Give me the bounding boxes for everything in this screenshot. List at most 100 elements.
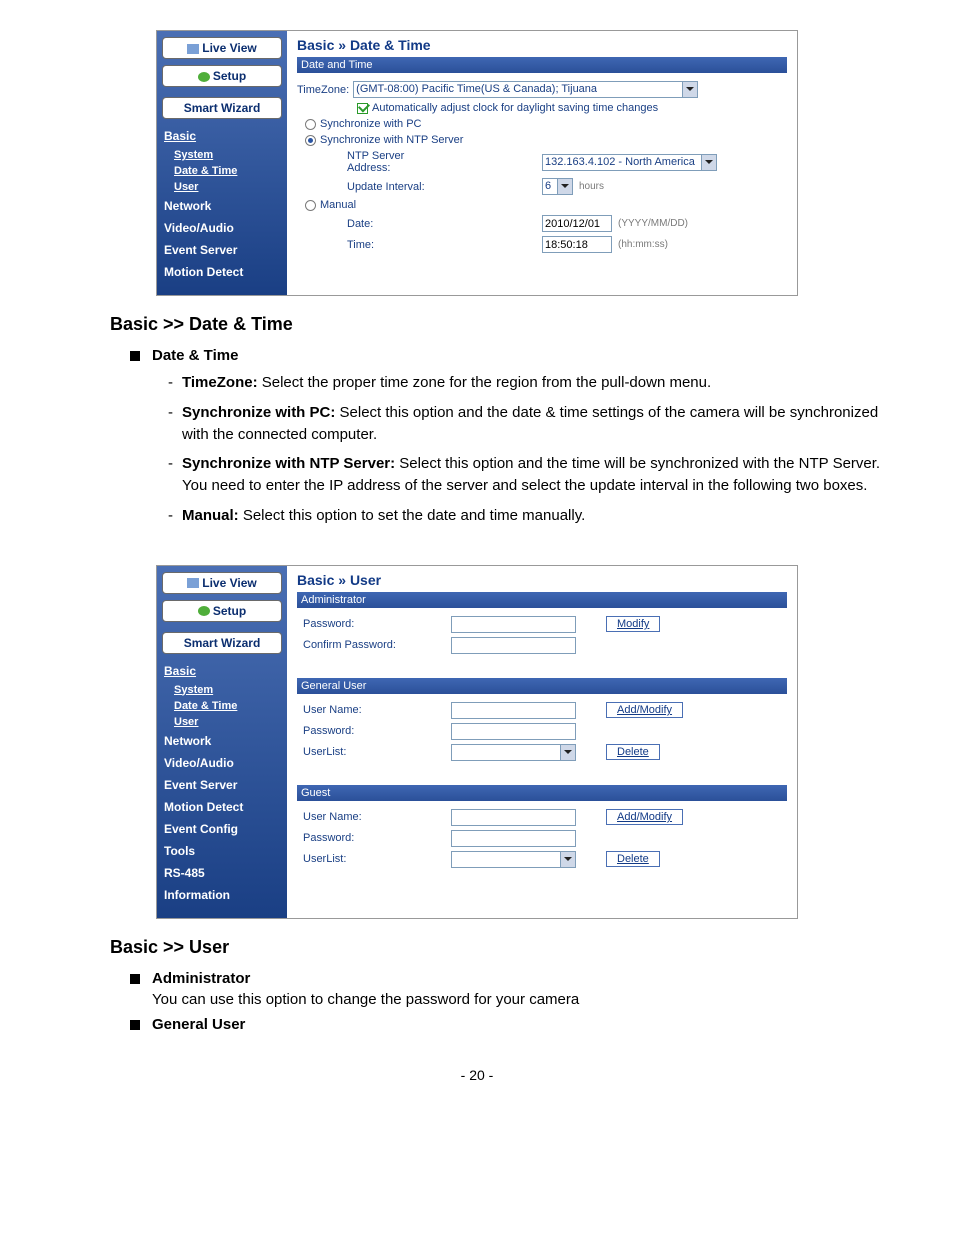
update-interval-select[interactable]: 6 (542, 178, 558, 195)
doc-item: Date & Time TimeZone: Select the proper … (130, 343, 904, 535)
userlist-label: UserList: (297, 853, 451, 865)
nav-system[interactable]: System (162, 682, 282, 698)
nav-video-audio[interactable]: Video/Audio (162, 217, 282, 239)
gear-icon (198, 72, 210, 82)
doc-item: Administrator You can use this option to… (130, 966, 904, 1012)
dropdown-arrow-icon[interactable] (561, 851, 576, 868)
time-hint: (hh:mm:ss) (618, 239, 668, 250)
date-hint: (YYYY/MM/DD) (618, 218, 688, 229)
doc-list: Administrator You can use this option to… (130, 966, 904, 1037)
update-interval-label: Update Interval: (297, 181, 447, 193)
nav-network[interactable]: Network (162, 730, 282, 752)
nav-rs485[interactable]: RS-485 (162, 862, 282, 884)
nav-network[interactable]: Network (162, 195, 282, 217)
sidebar: Live View Setup Smart Wizard Basic Syste… (157, 31, 287, 295)
nav-event-config[interactable]: Event Config (162, 818, 282, 840)
section-admin: Administrator (297, 592, 787, 608)
nav-user[interactable]: User (162, 179, 282, 195)
timezone-label: TimeZone: (297, 84, 353, 96)
setup-button[interactable]: Setup (162, 600, 282, 622)
gear-icon (198, 606, 210, 616)
nav-tools[interactable]: Tools (162, 840, 282, 862)
password-label: Password: (297, 832, 451, 844)
sync-ntp-label: Synchronize with NTP Server (320, 134, 463, 146)
doc-heading-datetime: Basic >> Date & Time (110, 314, 904, 335)
live-view-button[interactable]: Live View (162, 37, 282, 59)
live-view-button[interactable]: Live View (162, 572, 282, 594)
manual-label: Manual (320, 199, 356, 211)
userlist-label: UserList: (297, 746, 451, 758)
setup-button[interactable]: Setup (162, 65, 282, 87)
general-password-input[interactable] (451, 723, 576, 740)
nav-system[interactable]: System (162, 147, 282, 163)
date-label: Date: (297, 218, 447, 230)
nav-basic[interactable]: Basic (162, 125, 282, 147)
modify-button[interactable]: Modify (606, 616, 660, 632)
nav-event-server[interactable]: Event Server (162, 774, 282, 796)
dropdown-arrow-icon[interactable] (702, 154, 717, 171)
sync-pc-label: Synchronize with PC (320, 118, 422, 130)
nav-motion-detect[interactable]: Motion Detect (162, 796, 282, 818)
manual-radio[interactable] (305, 200, 316, 211)
section-general: General User (297, 678, 787, 694)
dropdown-arrow-icon[interactable] (561, 744, 576, 761)
guest-password-input[interactable] (451, 830, 576, 847)
nav-datetime[interactable]: Date & Time (162, 698, 282, 714)
breadcrumb: Basic » User (297, 572, 787, 588)
doc-item: General User (130, 1012, 904, 1037)
doc-heading-user: Basic >> User (110, 937, 904, 958)
admin-confirm-password-input[interactable] (451, 637, 576, 654)
update-unit: hours (579, 181, 604, 192)
nav-video-audio[interactable]: Video/Audio (162, 752, 282, 774)
nav-motion-detect[interactable]: Motion Detect (162, 261, 282, 283)
sync-ntp-radio[interactable] (305, 135, 316, 146)
add-modify-button[interactable]: Add/Modify (606, 702, 683, 718)
dst-checkbox[interactable] (357, 103, 368, 114)
delete-button[interactable]: Delete (606, 851, 660, 867)
doc-subitem: TimeZone: Select the proper time zone fo… (168, 368, 904, 398)
delete-button[interactable]: Delete (606, 744, 660, 760)
screenshot-user: Live View Setup Smart Wizard Basic Syste… (156, 565, 798, 919)
smart-wizard-button[interactable]: Smart Wizard (162, 97, 282, 119)
smart-wizard-button[interactable]: Smart Wizard (162, 632, 282, 654)
camera-icon (187, 578, 199, 588)
nav-basic[interactable]: Basic (162, 660, 282, 682)
general-userlist-select[interactable] (451, 744, 561, 761)
password-label: Password: (297, 618, 451, 630)
screenshot-datetime: Live View Setup Smart Wizard Basic Syste… (156, 30, 798, 296)
username-label: User Name: (297, 704, 451, 716)
ntp-address-label: NTP Server Address: (297, 150, 447, 174)
page-number: - 20 - (50, 1067, 904, 1083)
time-label: Time: (297, 239, 447, 251)
doc-subitem: Synchronize with PC: Select this option … (168, 398, 904, 450)
time-input[interactable] (542, 236, 612, 253)
camera-icon (187, 44, 199, 54)
content-pane: Basic » Date & Time Date and Time TimeZo… (287, 31, 797, 295)
sidebar: Live View Setup Smart Wizard Basic Syste… (157, 566, 287, 918)
doc-subitem: Synchronize with NTP Server: Select this… (168, 449, 904, 501)
date-input[interactable] (542, 215, 612, 232)
dst-label: Automatically adjust clock for daylight … (372, 102, 658, 114)
breadcrumb: Basic » Date & Time (297, 37, 787, 53)
nav-datetime[interactable]: Date & Time (162, 163, 282, 179)
username-label: User Name: (297, 811, 451, 823)
general-username-input[interactable] (451, 702, 576, 719)
doc-subitem: Manual: Select this option to set the da… (168, 501, 904, 531)
doc-list: Date & Time TimeZone: Select the proper … (130, 343, 904, 535)
nav-event-server[interactable]: Event Server (162, 239, 282, 261)
section-guest: Guest (297, 785, 787, 801)
ntp-address-select[interactable]: 132.163.4.102 - North America (542, 154, 702, 171)
password-label: Password: (297, 725, 451, 737)
guest-username-input[interactable] (451, 809, 576, 826)
sync-pc-radio[interactable] (305, 119, 316, 130)
confirm-password-label: Confirm Password: (297, 639, 451, 651)
nav-user[interactable]: User (162, 714, 282, 730)
add-modify-button[interactable]: Add/Modify (606, 809, 683, 825)
dropdown-arrow-icon[interactable] (558, 178, 573, 195)
timezone-select[interactable]: (GMT-08:00) Pacific Time(US & Canada); T… (353, 81, 683, 98)
section-header: Date and Time (297, 57, 787, 73)
admin-password-input[interactable] (451, 616, 576, 633)
guest-userlist-select[interactable] (451, 851, 561, 868)
dropdown-arrow-icon[interactable] (683, 81, 698, 98)
nav-information[interactable]: Information (162, 884, 282, 906)
